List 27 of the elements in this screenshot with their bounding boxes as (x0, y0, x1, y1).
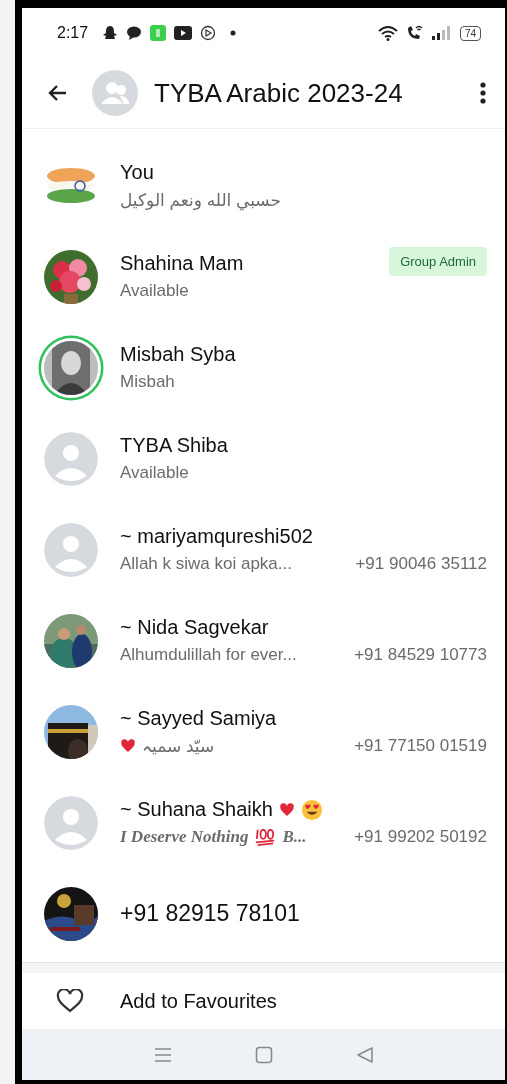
clock: 2:17 (57, 24, 89, 42)
participant-name: Misbah Syba (120, 343, 236, 366)
participant-about: سیّد سمیہ (142, 735, 215, 757)
participant-about: I Deserve Nothing (120, 827, 249, 847)
phone-number: +91 90046 35112 (355, 554, 487, 574)
participant-name: ~ Sayyed Samiya (120, 706, 277, 730)
battery-level: 74 (459, 25, 481, 41)
phone-number: +91 84529 10773 (354, 645, 487, 665)
phone-number: +91 99202 50192 (354, 827, 487, 847)
admin-badge: Group Admin (389, 247, 487, 276)
participant-name: ~ Nida Sagvekar (120, 616, 269, 639)
participant-name: TYBA Shiba (120, 434, 228, 457)
add-to-favourites-link[interactable]: Add to Favourites (120, 989, 277, 1013)
group-title: TYBA Arabic 2023-24 (154, 77, 404, 109)
participant-name: ~ Suhana Shaikh (120, 798, 273, 821)
participant-name: You (120, 160, 154, 184)
participant-name: ~ mariyamqureshi502 (120, 525, 313, 548)
participant-about: حسبي الله ونعم الوكيل (120, 189, 282, 211)
participant-about: Alhumdulillah for ever... (120, 645, 297, 665)
participant-about: Available (120, 281, 189, 301)
participant-about: Available (120, 463, 189, 483)
participant-name: +91 82915 78101 (120, 900, 300, 927)
participant-about: Allah k siwa koi apka... (120, 554, 292, 574)
phone-number: +91 77150 01519 (354, 736, 487, 756)
participant-about: B... (282, 827, 307, 847)
participant-about: Misbah (120, 372, 175, 392)
participant-name: Shahina Mam (120, 252, 244, 275)
